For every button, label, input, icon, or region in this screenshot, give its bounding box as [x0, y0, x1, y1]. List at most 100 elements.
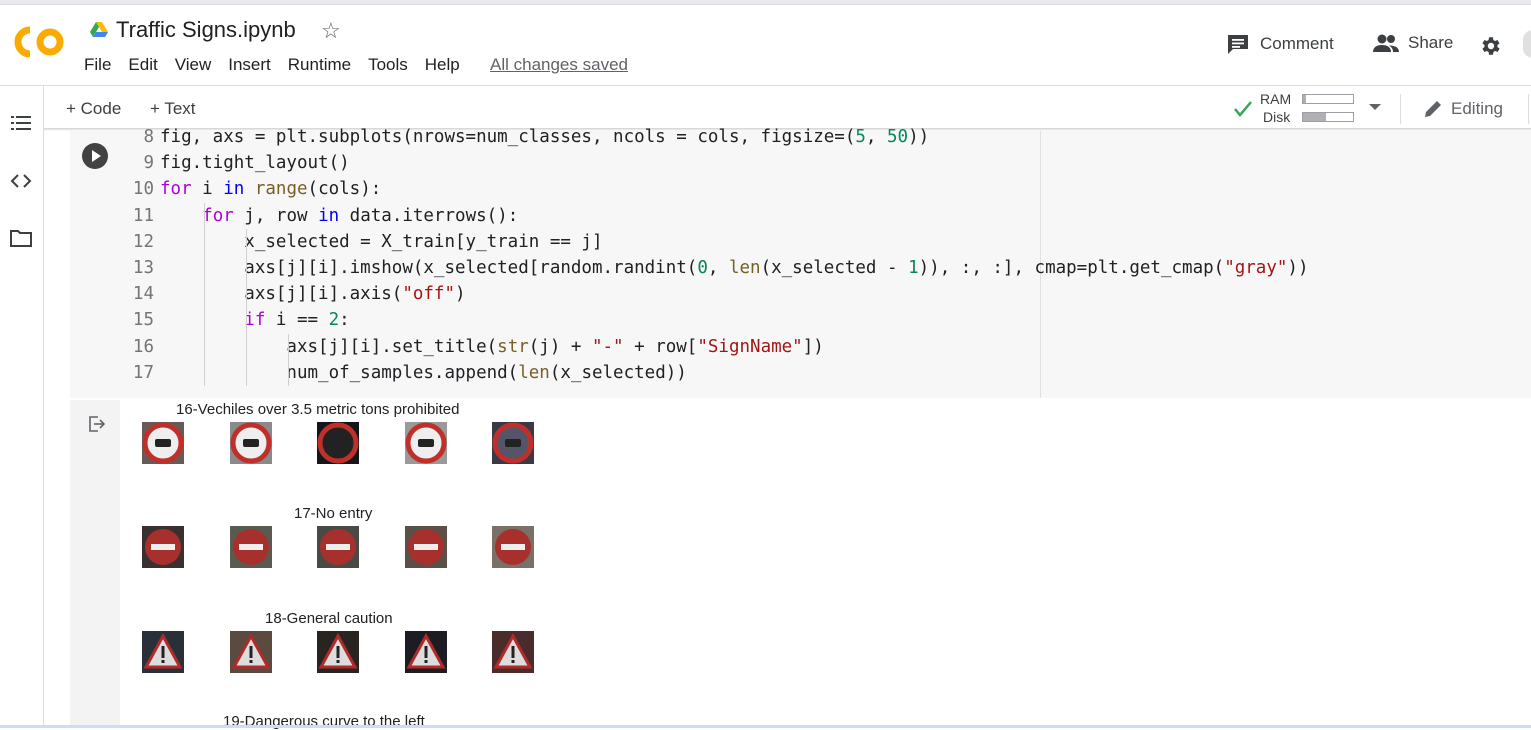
toolbar-divider-right	[1528, 94, 1529, 124]
indent-guide	[204, 281, 205, 308]
sign-thumbnail	[492, 631, 534, 673]
code-text: for i in range(cols):	[160, 179, 382, 200]
code-text: for j, row in data.iterrows():	[202, 205, 519, 226]
output-icon[interactable]	[87, 414, 107, 434]
save-status[interactable]: All changes saved	[490, 55, 628, 75]
share-icon	[1373, 34, 1399, 52]
line-number: 14	[132, 284, 154, 305]
indent-guide	[246, 254, 248, 282]
indent-guide	[204, 333, 205, 360]
code-text: num_of_samples.append(len(x_selected))	[160, 362, 687, 383]
sign-thumbnail	[230, 526, 272, 568]
avatar[interactable]	[1523, 30, 1531, 58]
line-number: 11	[132, 205, 154, 226]
code-snippets-icon[interactable]	[10, 170, 32, 192]
menu-runtime[interactable]: Runtime	[288, 55, 351, 75]
share-button[interactable]: Share	[1373, 33, 1453, 53]
indent-guide	[204, 202, 205, 229]
code-line[interactable]: 10 for i in range(cols):	[128, 176, 1308, 202]
add-text-button[interactable]: + Text	[150, 99, 196, 119]
folder-icon[interactable]	[10, 227, 32, 249]
notebook-title[interactable]: Traffic Signs.ipynb	[116, 17, 296, 43]
code-text: fig, axs = plt.subplots(nrows=num_classe…	[160, 127, 930, 147]
code-editor[interactable]: 8 fig, axs = plt.subplots(nrows=num_class…	[128, 124, 1308, 386]
code-text: axs[j][i].imshow(x_selected[random.randi…	[160, 257, 1309, 278]
menu-view[interactable]: View	[175, 55, 212, 75]
toolbar-divider	[1400, 94, 1401, 124]
output-title-18: 18-General caution	[265, 610, 393, 627]
output-title-17: 17-No entry	[294, 505, 373, 522]
sign-thumbnail	[317, 526, 359, 568]
menu-edit[interactable]: Edit	[128, 55, 157, 75]
code-line[interactable]: 8 fig, axs = plt.subplots(nrows=num_class…	[128, 124, 1308, 150]
indent-guide	[246, 307, 248, 334]
sign-thumbnail	[142, 526, 184, 568]
ram-bar[interactable]	[1302, 94, 1354, 104]
sign-thumbnail	[317, 631, 359, 673]
toc-icon[interactable]	[10, 112, 32, 134]
runtime-dropdown-icon[interactable]	[1369, 104, 1381, 110]
line-number: 13	[132, 257, 154, 278]
colab-logo[interactable]	[12, 26, 66, 58]
add-code-button[interactable]: + Code	[66, 99, 121, 119]
drive-icon[interactable]	[90, 22, 108, 38]
disk-bar[interactable]	[1302, 112, 1354, 122]
sign-thumbnail	[405, 631, 447, 673]
menu-tools[interactable]: Tools	[368, 55, 408, 75]
menu-help[interactable]: Help	[425, 55, 460, 75]
indent-guide	[204, 228, 205, 255]
menu-file[interactable]: File	[84, 55, 111, 75]
indent-guide	[246, 359, 248, 386]
ram-label[interactable]: RAM	[1260, 91, 1291, 107]
sign-thumbnail	[405, 526, 447, 568]
output-gutter	[70, 400, 120, 728]
line-number: 10	[132, 179, 154, 200]
comment-icon	[1228, 35, 1248, 54]
disk-label[interactable]: Disk	[1263, 109, 1290, 125]
code-line[interactable]: 12 x_selected = X_train[y_train == j]	[128, 228, 1308, 255]
code-line[interactable]: 17 num_of_samples.append(len(x_selected)…	[128, 359, 1308, 386]
sign-thumbnail	[317, 422, 359, 464]
code-text: axs[j][i].set_title(str(j) + "-" + row["…	[160, 336, 824, 357]
cell-output: 16-Vechiles over 3.5 metric tons prohibi…	[120, 400, 1531, 730]
output-title-16: 16-Vechiles over 3.5 metric tons prohibi…	[176, 401, 460, 418]
sign-thumbnail	[492, 422, 534, 464]
sign-thumbnail	[492, 526, 534, 568]
left-sidebar	[0, 86, 44, 728]
sign-thumbnail	[142, 422, 184, 464]
run-icon[interactable]	[82, 143, 108, 169]
gear-icon[interactable]	[1478, 34, 1502, 58]
sign-thumbnail	[230, 422, 272, 464]
code-line[interactable]: 9 fig.tight_layout()	[128, 150, 1308, 176]
code-line[interactable]: 13 axs[j][i].imshow(x_selected[random.ra…	[128, 254, 1309, 282]
check-icon	[1234, 101, 1252, 117]
code-line[interactable]: 15 if i == 2:	[128, 307, 1308, 334]
line-number: 12	[132, 231, 154, 252]
indent-guide	[288, 359, 290, 386]
indent-guide	[288, 333, 290, 360]
line-number: 15	[132, 310, 154, 331]
line-number: 9	[143, 153, 154, 174]
sign-thumbnail	[405, 422, 447, 464]
menu-insert[interactable]: Insert	[228, 55, 271, 75]
editing-label: Editing	[1451, 99, 1503, 118]
share-label: Share	[1408, 33, 1454, 52]
ram-bar-fill	[1303, 95, 1306, 103]
sign-thumbnail	[230, 631, 272, 673]
star-icon[interactable]: ☆	[321, 18, 341, 44]
editing-button[interactable]: Editing	[1423, 99, 1503, 119]
menu-bar: File Edit View Insert Runtime Tools Help	[84, 55, 477, 75]
comment-button[interactable]: Comment	[1226, 33, 1334, 55]
pencil-icon	[1425, 101, 1441, 117]
code-line[interactable]: 11 for j, row in data.iterrows():	[128, 202, 1308, 229]
line-number: 8	[143, 127, 154, 147]
indent-guide	[246, 228, 248, 255]
code-line[interactable]: 16 axs[j][i].set_title(str(j) + "-" + ro…	[128, 333, 1308, 360]
sign-thumbnail	[142, 631, 184, 673]
top-border	[0, 0, 1531, 5]
line-number: 16	[132, 336, 154, 357]
comment-label: Comment	[1260, 34, 1334, 53]
line-number: 17	[132, 362, 154, 383]
disk-bar-fill	[1303, 113, 1326, 121]
code-line[interactable]: 14 axs[j][i].axis("off")	[128, 281, 1308, 308]
